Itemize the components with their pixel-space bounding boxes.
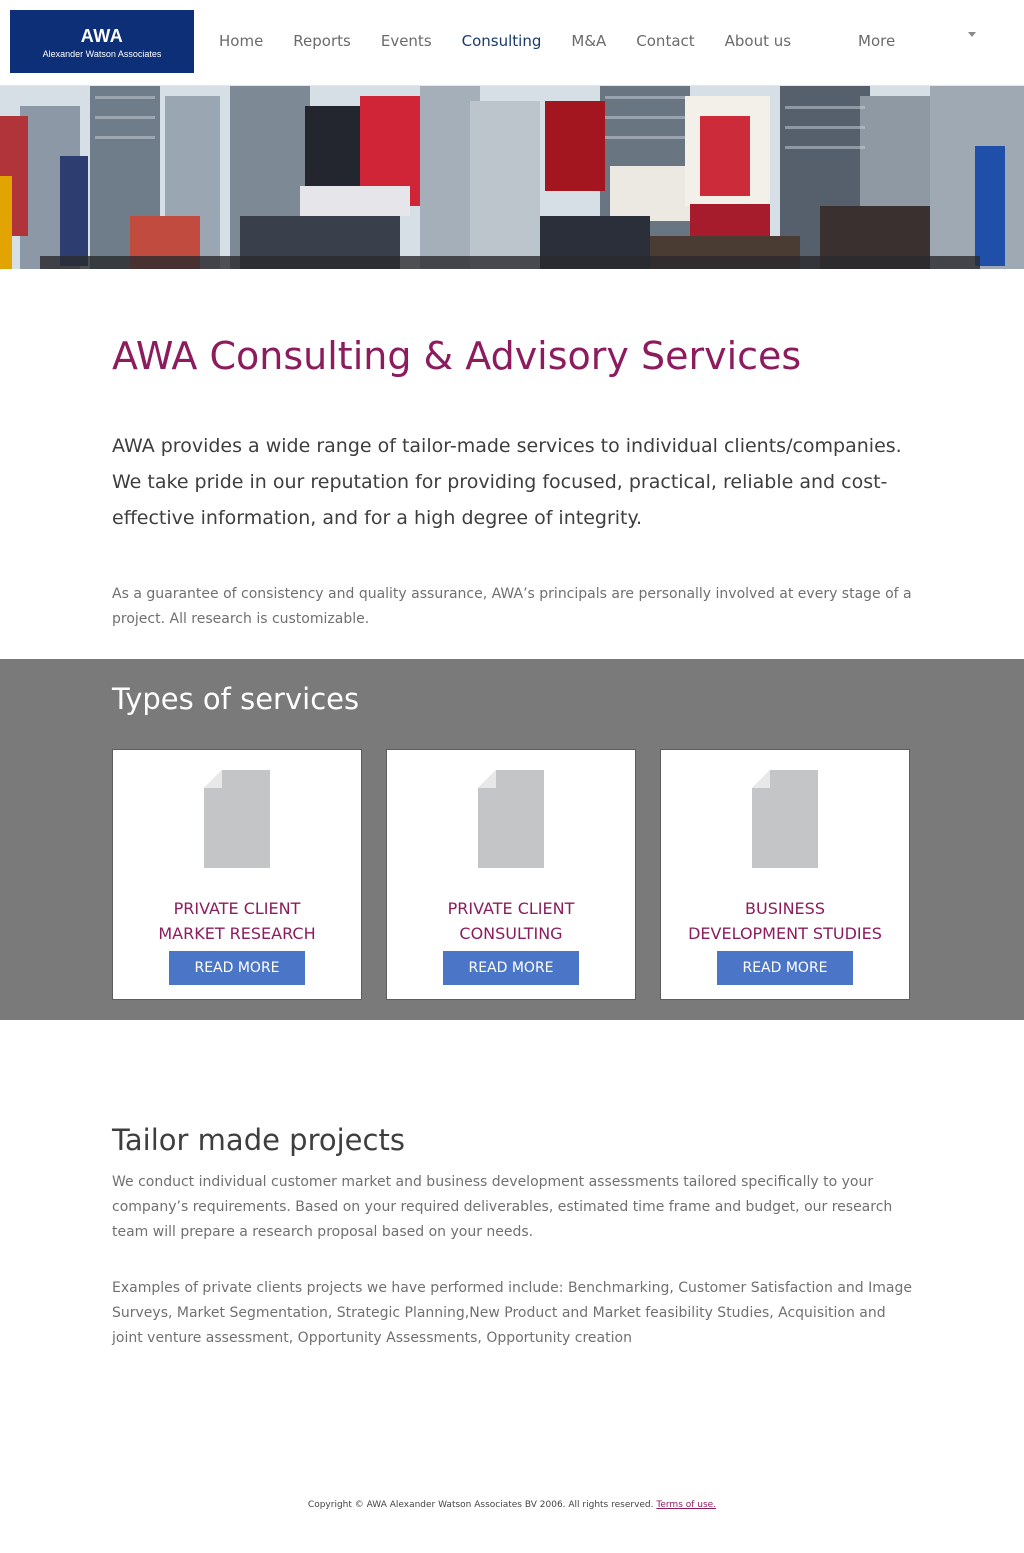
tailor-made-title: Tailor made projects <box>112 1123 405 1157</box>
service-card-title-line: PRIVATE CLIENT <box>173 899 301 918</box>
footer: Copyright © AWA Alexander Watson Associa… <box>0 1500 1024 1510</box>
site-header: AWA Alexander Watson Associates Home Rep… <box>0 0 1024 86</box>
intro-lead: AWA provides a wide range of tailor-made… <box>112 435 902 529</box>
read-more-button[interactable]: READ MORE <box>443 951 579 985</box>
intro-section: AWA Consulting & Advisory Services AWA p… <box>112 330 912 632</box>
nav-about-us[interactable]: About us <box>710 28 806 54</box>
nav-home[interactable]: Home <box>204 28 278 54</box>
document-icon <box>204 770 270 868</box>
services-section: Types of services PRIVATE CLIENT MARKET … <box>0 659 1024 1020</box>
nav-m-and-a[interactable]: M&A <box>556 28 621 54</box>
logo-title: AWA <box>80 26 124 46</box>
hero-image <box>0 86 1024 269</box>
terms-of-use-link[interactable]: Terms of use. <box>656 1500 716 1510</box>
skyline-illustration <box>0 86 1024 269</box>
read-more-button[interactable]: READ MORE <box>717 951 853 985</box>
service-card-business-development: BUSINESS DEVELOPMENT STUDIES READ MORE <box>660 749 910 1000</box>
service-card-title-line: CONSULTING <box>459 924 563 943</box>
main-nav: Home Reports Events Consulting M&A Conta… <box>204 28 806 54</box>
logo-subtitle: Alexander Watson Associates <box>42 49 162 59</box>
nav-events[interactable]: Events <box>366 28 447 54</box>
document-icon <box>752 770 818 868</box>
nav-consulting[interactable]: Consulting <box>447 28 557 54</box>
logo[interactable]: AWA Alexander Watson Associates <box>10 10 194 73</box>
document-icon <box>478 770 544 868</box>
service-card-title-line: PRIVATE CLIENT <box>447 899 575 918</box>
copyright-text: Copyright © AWA Alexander Watson Associa… <box>307 1500 657 1510</box>
nav-contact[interactable]: Contact <box>621 28 709 54</box>
dropdown-caret-icon[interactable] <box>968 32 976 37</box>
page-title: AWA Consulting & Advisory Services <box>112 334 802 378</box>
tailor-made-section: Tailor made projects We conduct individu… <box>112 1120 912 1351</box>
service-card-market-research: PRIVATE CLIENT MARKET RESEARCH READ MORE <box>112 749 362 1000</box>
service-card-consulting: PRIVATE CLIENT CONSULTING READ MORE <box>386 749 636 1000</box>
tailor-made-examples: Examples of private clients projects we … <box>112 1280 912 1346</box>
service-card-title: PRIVATE CLIENT CONSULTING <box>387 896 635 946</box>
services-title: Types of services <box>112 682 360 716</box>
tailor-made-paragraph: We conduct individual customer market an… <box>112 1174 893 1240</box>
service-card-title-line: MARKET RESEARCH <box>158 924 316 943</box>
nav-more[interactable]: More <box>858 28 895 54</box>
intro-note: As a guarantee of consistency and qualit… <box>112 586 912 627</box>
service-card-title-line: BUSINESS <box>745 899 825 918</box>
service-card-title-line: DEVELOPMENT STUDIES <box>688 924 882 943</box>
service-card-title: PRIVATE CLIENT MARKET RESEARCH <box>113 896 361 946</box>
read-more-button[interactable]: READ MORE <box>169 951 305 985</box>
service-card-title: BUSINESS DEVELOPMENT STUDIES <box>661 896 909 946</box>
nav-reports[interactable]: Reports <box>278 28 366 54</box>
